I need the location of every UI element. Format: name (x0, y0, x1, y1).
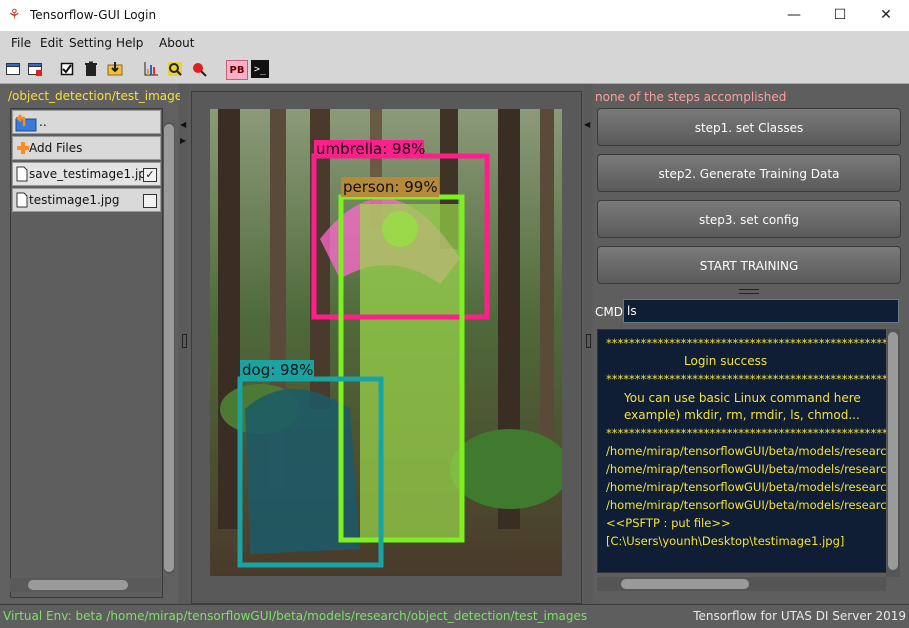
collapse-left-icon[interactable]: ◀ (584, 120, 590, 129)
scrollbar-thumb[interactable] (621, 579, 749, 589)
chart-icon[interactable] (142, 60, 160, 78)
set-classes-button[interactable]: step1. set Classes (597, 108, 901, 146)
file-panel: /object_detection/test_images .. Add Fil… (0, 84, 188, 603)
horizontal-splitter-grip[interactable] (739, 289, 759, 294)
console-vertical-scrollbar[interactable] (886, 329, 900, 577)
title-bar: ⚘ Tensorflow-GUI Login — ☐ ✕ (0, 0, 909, 31)
status-bar: Virtual Env: beta /home/mirap/tensorflow… (0, 604, 909, 628)
list-item-parent-folder[interactable]: .. (12, 110, 161, 134)
new-window-icon[interactable] (4, 60, 22, 78)
detection-label-umbrella: umbrella: 98% (316, 140, 426, 158)
list-item-label: .. (39, 115, 47, 129)
add-icon (16, 140, 29, 156)
scrollbar-thumb[interactable] (164, 124, 174, 572)
toolbar: PB >_ (0, 55, 909, 84)
set-config-button[interactable]: step3. set config (597, 200, 901, 238)
expand-right-icon[interactable]: ▶ (180, 136, 186, 145)
file-icon (16, 192, 28, 208)
detection-label-dog: dog: 98% (242, 361, 314, 379)
add-files-button[interactable]: Add Files (12, 136, 161, 160)
menu-edit[interactable]: Edit (40, 36, 63, 50)
file-list: .. Add Files save_testimage1.jpg ✓ testi… (10, 108, 163, 598)
checkbox-icon[interactable] (58, 60, 76, 78)
console-line: /home/mirap/tensorflowGUI/beta/models/re… (606, 462, 888, 476)
virtual-env-status: Virtual Env: beta /home/mirap/tensorflow… (3, 609, 588, 623)
file-checkbox[interactable]: ✓ (143, 168, 157, 182)
console-line: <<PSFTP : put file>> (606, 516, 731, 530)
collapse-left-icon[interactable]: ◀ (180, 120, 186, 129)
cmd-input[interactable]: ls (623, 299, 899, 323)
cmd-label: CMD (595, 305, 623, 319)
file-list-horizontal-scrollbar[interactable] (10, 578, 161, 592)
inspect-icon[interactable] (166, 60, 184, 78)
scrollbar-thumb[interactable] (888, 332, 898, 570)
console-line: Login success (684, 354, 768, 368)
trash-icon[interactable] (82, 60, 100, 78)
menu-bar: File Edit Setting Help About (0, 31, 909, 55)
console-horizontal-scrollbar[interactable] (597, 577, 886, 591)
console-line: ****************************************… (606, 372, 888, 386)
console-line: ****************************************… (606, 336, 888, 350)
maximize-button[interactable]: ☐ (817, 0, 863, 31)
current-path: /object_detection/test_images (8, 89, 189, 103)
file-icon (16, 166, 28, 182)
menu-help[interactable]: Help (116, 36, 143, 50)
grip-icon (586, 334, 591, 348)
right-splitter[interactable]: ◀ (584, 84, 592, 603)
console-line: [C:\Users\younh\Desktop\testimage1.jpg] (606, 534, 845, 548)
terminal-icon[interactable]: >_ (251, 60, 269, 78)
start-training-button[interactable]: START TRAINING (597, 246, 901, 284)
control-panel: none of the steps accomplished step1. se… (594, 84, 909, 603)
generate-training-data-button[interactable]: step2. Generate Training Data (597, 154, 901, 192)
file-list-vertical-scrollbar[interactable] (163, 122, 175, 574)
detection-image: umbrella: 98% person: 99% dog: 98% (210, 109, 562, 576)
close-window-icon[interactable] (26, 60, 44, 78)
step-status: none of the steps accomplished (595, 90, 787, 104)
list-item-file[interactable]: testimage1.jpg (12, 188, 161, 212)
close-button[interactable]: ✕ (863, 0, 909, 31)
minimize-button[interactable]: — (771, 0, 817, 31)
menu-setting[interactable]: Setting (69, 36, 112, 50)
left-splitter[interactable]: ◀ ▶ (180, 84, 188, 603)
grip-icon (182, 334, 187, 348)
app-logo-icon: ⚘ (8, 7, 21, 23)
list-item-label: testimage1.jpg (29, 193, 120, 207)
menu-file[interactable]: File (11, 36, 31, 50)
console-line: ****************************************… (606, 426, 888, 440)
console-line: /home/mirap/tensorflowGUI/beta/models/re… (606, 480, 888, 494)
folder-up-icon (15, 114, 37, 132)
file-checkbox[interactable] (143, 194, 157, 208)
console-line: You can use basic Linux command here (624, 391, 861, 405)
server-info: Tensorflow for UTAS DI Server 2019 (693, 609, 906, 623)
list-item-label: Add Files (29, 141, 83, 155)
record-icon[interactable] (190, 60, 208, 78)
console-output: ****************************************… (597, 329, 888, 573)
window-title: Tensorflow-GUI Login (30, 8, 157, 22)
console-line: /home/mirap/tensorflowGUI/beta/models/re… (606, 498, 888, 512)
detection-label-person: person: 99% (343, 178, 438, 196)
console-line: example) mkdir, rm, rmdir, ls, chmod... (624, 408, 860, 422)
list-item-label: save_testimage1.jpg (29, 167, 154, 181)
scrollbar-thumb[interactable] (28, 580, 128, 590)
list-item-file[interactable]: save_testimage1.jpg ✓ (12, 162, 161, 186)
pb-icon[interactable]: PB (226, 60, 248, 80)
import-icon[interactable] (106, 60, 124, 78)
console-line: /home/mirap/tensorflowGUI/beta/models/re… (606, 444, 888, 458)
menu-about[interactable]: About (159, 36, 194, 50)
